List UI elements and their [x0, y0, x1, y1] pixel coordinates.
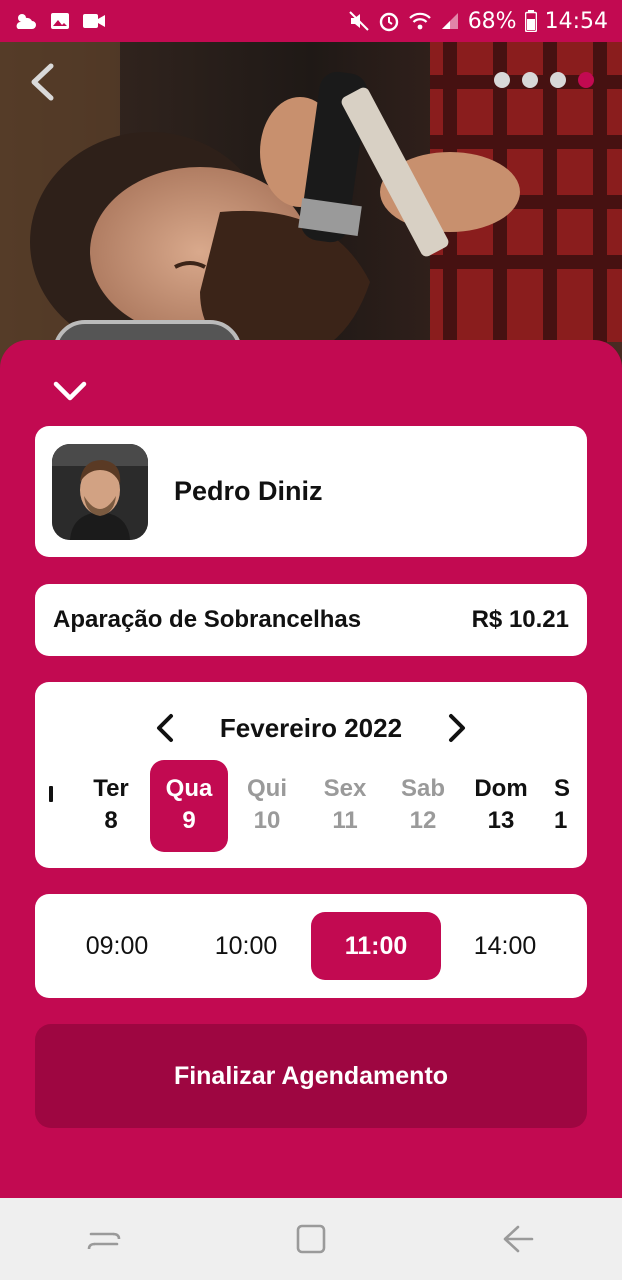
carousel-dot[interactable]: [494, 72, 510, 88]
time-slot[interactable]: 14:00: [440, 912, 570, 980]
mute-icon: [348, 10, 370, 32]
chevron-left-icon: [31, 63, 54, 101]
back-nav-button[interactable]: [488, 1209, 548, 1269]
day-item-selected[interactable]: Qua 9: [150, 760, 228, 852]
back-button[interactable]: [22, 60, 62, 104]
day-item-partial[interactable]: S 1: [540, 760, 586, 852]
service-name: Aparação de Sobrancelhas: [53, 606, 362, 633]
day-item[interactable]: Ter 8: [72, 760, 150, 852]
time-slot[interactable]: 09:00: [52, 912, 182, 980]
home-icon: [296, 1224, 326, 1254]
chevron-down-icon: [53, 381, 87, 401]
image-icon: [50, 11, 70, 31]
day-item[interactable]: Dom 13: [462, 760, 540, 852]
recent-apps-icon: [87, 1232, 120, 1250]
day-item[interactable]: Sab 12: [384, 760, 462, 852]
carousel-dot-active[interactable]: [578, 72, 594, 88]
system-navigation-bar: [0, 1198, 622, 1280]
chevron-right-icon: [449, 714, 466, 742]
time-slot[interactable]: 10:00: [181, 912, 311, 980]
professional-name: Pedro Diniz: [174, 476, 323, 506]
home-button[interactable]: [281, 1209, 341, 1269]
day-item[interactable]: Qui 10: [228, 760, 306, 852]
wifi-icon: [408, 11, 432, 31]
barber-photo: [0, 42, 622, 382]
signal-icon: [440, 11, 460, 31]
avatar: [52, 443, 148, 540]
weather-icon: [14, 11, 38, 31]
battery-percent: 68%: [467, 8, 517, 34]
time-slot-card: 09:00 10:00 11:00 14:00: [35, 894, 587, 998]
next-month-button[interactable]: [442, 710, 472, 746]
collapse-button[interactable]: [50, 376, 90, 406]
carousel-dot[interactable]: [550, 72, 566, 88]
month-selector: Fevereiro 2022: [35, 710, 587, 746]
alarm-icon: [378, 10, 400, 32]
battery-icon: [524, 10, 537, 32]
professional-card: Pedro Diniz: [35, 426, 587, 557]
month-label: Fevereiro 2022: [219, 712, 403, 743]
back-arrow-icon: [504, 1225, 534, 1253]
day-strip[interactable]: Ter 8 Qua 9 Qui 10 Sex 11 Sab 12 Dom 13: [35, 760, 587, 854]
prev-month-button[interactable]: [150, 710, 180, 746]
recent-apps-button[interactable]: [74, 1209, 134, 1269]
video-icon: [82, 12, 106, 30]
date-picker-card: Fevereiro 2022 Ter 8 Qua 9 Qui 10 Sex 11: [35, 682, 587, 868]
status-bar: 68% 14:54: [0, 0, 622, 42]
chevron-left-icon: [156, 714, 173, 742]
service-price: R$ 10.21: [471, 606, 569, 633]
finish-booking-button[interactable]: Finalizar Agendamento: [35, 1024, 587, 1128]
hero-image: [0, 42, 622, 382]
carousel-indicator: [494, 72, 594, 88]
clock: 14:54: [544, 8, 608, 34]
clipped-day-edge: [49, 786, 53, 802]
day-item[interactable]: Sex 11: [306, 760, 384, 852]
time-slot-selected[interactable]: 11:00: [311, 912, 441, 980]
booking-sheet: Pedro Diniz Aparação de Sobrancelhas R$ …: [0, 340, 622, 1198]
service-card: Aparação de Sobrancelhas R$ 10.21: [35, 584, 587, 656]
carousel-dot[interactable]: [522, 72, 538, 88]
avatar-photo: [52, 443, 148, 540]
